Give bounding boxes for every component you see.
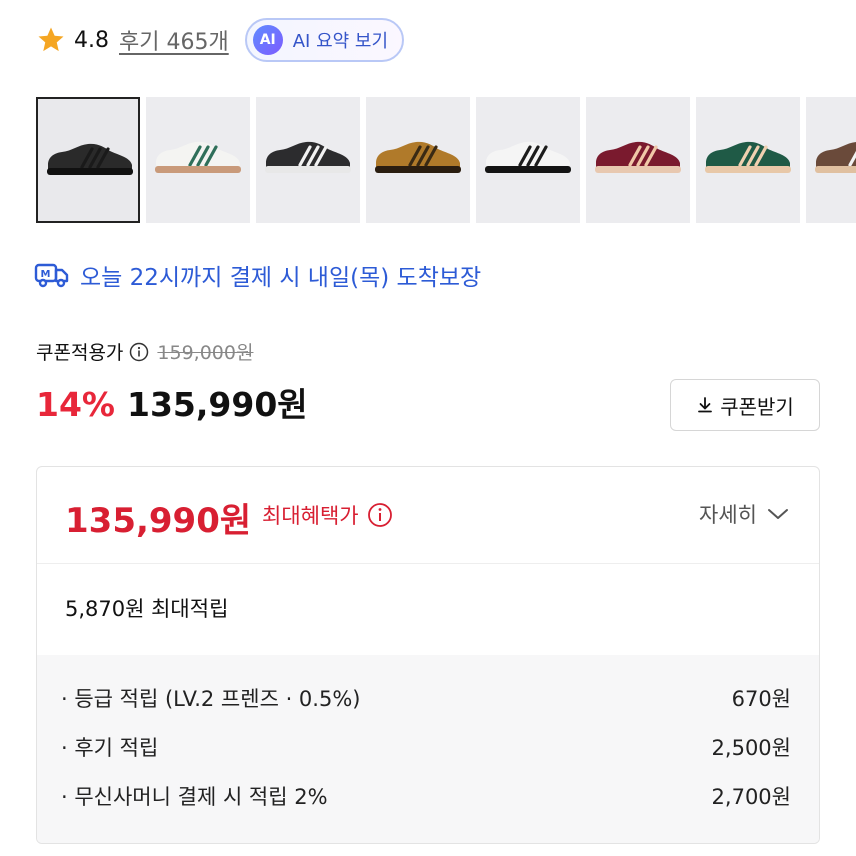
product-thumbnail-brown[interactable] (366, 97, 470, 223)
product-thumbnail-burgundy[interactable] (586, 97, 690, 223)
points-row-label: · 등급 적립 (LV.2 프렌즈 · 0.5%) (61, 687, 361, 711)
max-benefit-card: 135,990원 최대혜택가 자세히 5,870원 최대적립 · 등급 적립 (… (36, 466, 820, 844)
coupon-price-label-row: 쿠폰적용가 159,000원 (36, 338, 253, 365)
ai-summary-button[interactable]: AI AI 요약 보기 (244, 18, 405, 62)
star-icon (38, 27, 64, 52)
product-thumbnail-brown-white[interactable] (806, 97, 856, 223)
price-row: 14% 135,990원 (36, 378, 308, 426)
sneaker-icon (595, 141, 681, 173)
sneaker-icon (485, 141, 571, 173)
info-icon[interactable] (129, 342, 149, 362)
final-price: 135,990원 (127, 385, 308, 424)
product-thumbnail-strip (36, 97, 856, 225)
get-coupon-label: 쿠폰받기 (720, 394, 794, 419)
product-thumbnail-black[interactable] (36, 97, 140, 223)
sneaker-icon (265, 141, 351, 173)
product-thumbnail-white-black[interactable] (476, 97, 580, 223)
points-row-label: · 후기 적립 (61, 736, 159, 760)
download-icon (698, 397, 713, 413)
detail-toggle[interactable]: 자세히 (699, 499, 789, 529)
points-row: · 후기 적립 2,500원 (61, 730, 791, 764)
product-thumbnail-green[interactable] (696, 97, 800, 223)
max-benefit-label: 최대혜택가 (262, 504, 359, 528)
ai-icon: AI (252, 25, 283, 55)
rating-row: 4.8 후기 465개 AI AI 요약 보기 (36, 16, 405, 64)
svg-text:M: M (41, 269, 51, 280)
max-benefit-header[interactable]: 135,990원 최대혜택가 자세히 (37, 467, 819, 564)
discount-rate: 14% (36, 385, 115, 424)
original-price: 159,000원 (157, 342, 254, 364)
get-coupon-button[interactable]: 쿠폰받기 (670, 379, 820, 431)
max-benefit-label-wrap: 최대혜택가 (262, 500, 393, 530)
sneaker-icon (705, 141, 791, 173)
points-row-amount: 2,700원 (711, 785, 791, 809)
sneaker-icon (375, 141, 461, 173)
points-row: · 등급 적립 (LV.2 프렌즈 · 0.5%) 670원 (61, 681, 791, 715)
delivery-text: 오늘 22시까지 결제 시 내일(목) 도착보장 (80, 265, 482, 291)
points-breakdown: · 등급 적립 (LV.2 프렌즈 · 0.5%) 670원 · 후기 적립 2… (37, 655, 819, 843)
info-icon[interactable] (367, 502, 393, 528)
max-benefit-price: 135,990원 (65, 501, 252, 541)
product-thumbnail-black-white[interactable] (256, 97, 360, 223)
coupon-price-label: 쿠폰적용가 (36, 342, 124, 364)
review-count-link[interactable]: 후기 465개 (119, 24, 229, 56)
delivery-truck-icon: M (34, 263, 69, 288)
sneaker-icon (155, 141, 241, 173)
points-row-amount: 670원 (731, 687, 791, 711)
points-row: · 무신사머니 결제 시 적립 2% 2,700원 (61, 779, 791, 813)
delivery-guarantee: M 오늘 22시까지 결제 시 내일(목) 도착보장 (34, 258, 481, 292)
points-row-label: · 무신사머니 결제 시 적립 2% (61, 785, 328, 809)
rating-value: 4.8 (74, 27, 109, 53)
chevron-down-icon (768, 509, 788, 519)
points-total: 5,870원 최대적립 (65, 597, 229, 621)
detail-toggle-label: 자세히 (699, 503, 757, 527)
ai-summary-label: AI 요약 보기 (292, 31, 389, 52)
sneaker-icon (47, 143, 133, 175)
product-thumbnail-white-green[interactable] (146, 97, 250, 223)
points-row-amount: 2,500원 (711, 736, 791, 760)
sneaker-icon (815, 142, 856, 173)
